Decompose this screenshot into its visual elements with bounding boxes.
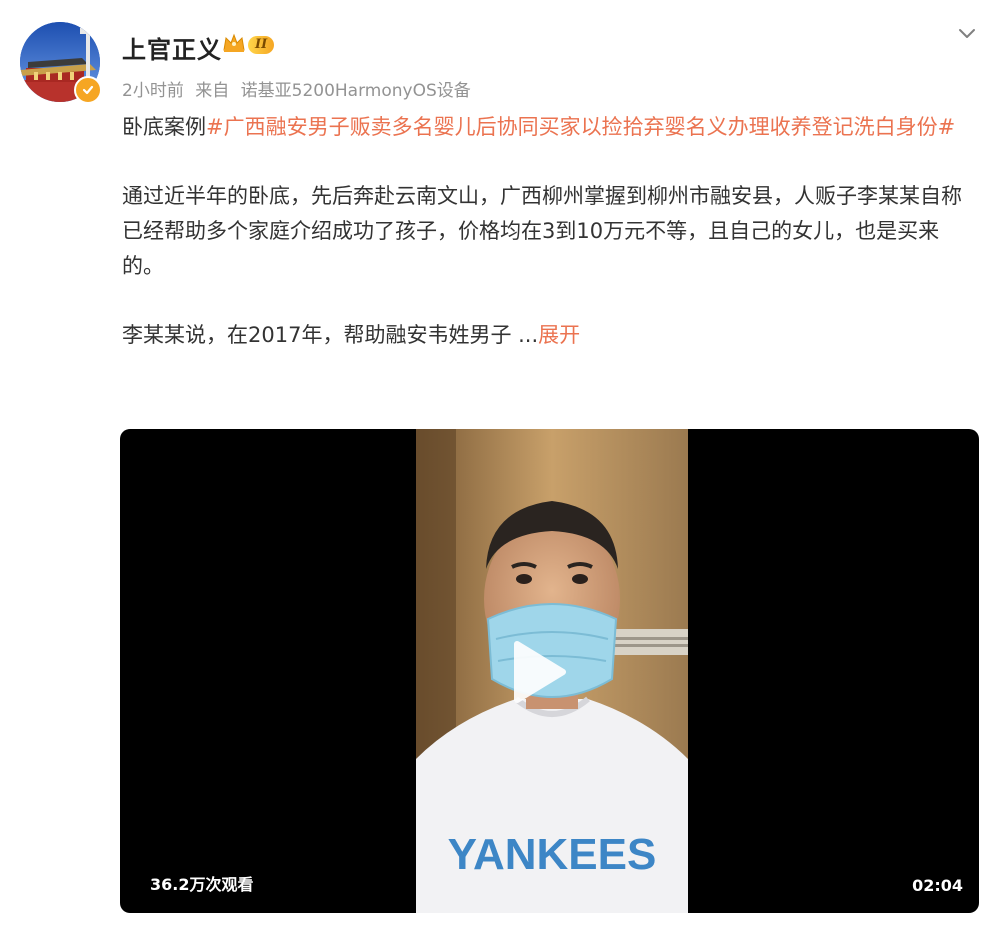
chevron-down-icon[interactable] [956,22,978,44]
video-duration: 02:04 [912,876,963,895]
vip-level-label: II [248,36,275,54]
post-paragraph-2-text: 李某某说，在2017年，帮助融安韦姓男子 ... [122,323,539,347]
author-name[interactable]: 上官正义 [122,30,222,65]
post-paragraph-1: 通过近半年的卧底，先后奔赴云南文山，广西柳州掌握到柳州市融安县，人贩子李某某自称… [122,184,962,278]
verified-check-icon [74,76,102,104]
topic-hashtag-link[interactable]: #广西融安男子贩卖多名婴儿后协同买家以捡拾弃婴名义办理收养登记洗白身份# [206,115,955,139]
source-device[interactable]: 诺基亚5200HarmonyOS设备 [241,81,471,101]
post-lead: 卧底案例 [122,115,206,139]
source-prefix: 来自 [195,81,230,101]
expand-link[interactable]: 展开 [538,323,580,347]
post-time[interactable]: 2小时前 [122,81,184,101]
post-headline: 卧底案例#广西融安男子贩卖多名婴儿后协同买家以捡拾弃婴名义办理收养登记洗白身份# [122,110,980,145]
video-player[interactable]: YANKEES 36.2万次观看 02:04 [120,429,979,913]
post-content: 卧底案例#广西融安男子贩卖多名婴儿后协同买家以捡拾弃婴名义办理收养登记洗白身份#… [122,110,980,353]
weibo-post-card: 上官正义 II 2小时前 来自 诺基亚5200HarmonyOS设备 卧底案例#… [0,0,1000,937]
shirt-logo-text: YANKEES [448,830,657,879]
post-paragraph-2: 李某某说，在2017年，帮助融安韦姓男子 ...展开 [122,318,980,353]
play-icon [514,641,566,703]
vip-badge[interactable]: II [222,32,275,58]
video-view-count: 36.2万次观看 [150,875,254,894]
crown-icon [222,32,246,58]
author-avatar[interactable] [20,22,104,106]
post-meta: 2小时前 来自 诺基亚5200HarmonyOS设备 [122,76,477,101]
play-button[interactable] [495,632,575,712]
